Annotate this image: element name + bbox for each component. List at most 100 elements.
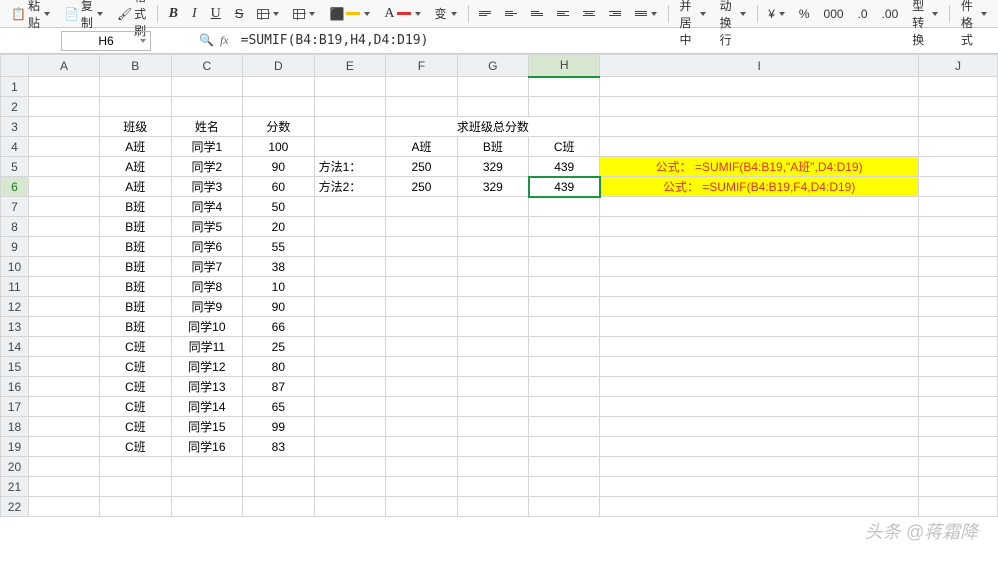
- cell-G21[interactable]: [457, 477, 528, 497]
- decrease-decimal-button[interactable]: .0: [853, 5, 873, 23]
- cell-B6[interactable]: A班: [100, 177, 171, 197]
- cell-F8[interactable]: [386, 217, 457, 237]
- cell-I13[interactable]: [600, 317, 918, 337]
- cell-A12[interactable]: [28, 297, 99, 317]
- cell-E19[interactable]: [314, 437, 386, 457]
- cell-C2[interactable]: [171, 97, 243, 117]
- cell-I20[interactable]: [600, 457, 918, 477]
- align-bottom-button[interactable]: [526, 9, 548, 18]
- align-left-button[interactable]: [552, 9, 574, 18]
- cell-B18[interactable]: C班: [100, 417, 171, 437]
- col-header-A[interactable]: A: [28, 55, 99, 77]
- cell-G18[interactable]: [457, 417, 528, 437]
- cell-C18[interactable]: 同学15: [171, 417, 243, 437]
- row-header-5[interactable]: 5: [1, 157, 29, 177]
- cell-F10[interactable]: [386, 257, 457, 277]
- cell-G19[interactable]: [457, 437, 528, 457]
- cell-F20[interactable]: [386, 457, 457, 477]
- col-header-I[interactable]: I: [600, 55, 918, 77]
- cell-C12[interactable]: 同学9: [171, 297, 243, 317]
- cell-A5[interactable]: [28, 157, 99, 177]
- cell-C8[interactable]: 同学5: [171, 217, 243, 237]
- cell-F7[interactable]: [386, 197, 457, 217]
- cell-J2[interactable]: [918, 97, 997, 117]
- cell-C20[interactable]: [171, 457, 243, 477]
- cell-B9[interactable]: B班: [100, 237, 171, 257]
- cell-E16[interactable]: [314, 377, 386, 397]
- cell-A7[interactable]: [28, 197, 99, 217]
- cell-F6[interactable]: 250: [386, 177, 457, 197]
- cell-A14[interactable]: [28, 337, 99, 357]
- fx-icon[interactable]: fx: [220, 33, 229, 48]
- cell-E20[interactable]: [314, 457, 386, 477]
- cell-H13[interactable]: [529, 317, 600, 337]
- cell-E2[interactable]: [314, 97, 386, 117]
- bold-button[interactable]: B: [164, 4, 183, 24]
- cell-H4[interactable]: C班: [529, 137, 600, 157]
- currency-button[interactable]: ¥: [763, 5, 790, 23]
- cell-J7[interactable]: [918, 197, 997, 217]
- cell-H9[interactable]: [529, 237, 600, 257]
- cell-G2[interactable]: [457, 97, 528, 117]
- cell-B4[interactable]: A班: [100, 137, 171, 157]
- col-header-G[interactable]: G: [457, 55, 528, 77]
- cell-H14[interactable]: [529, 337, 600, 357]
- cell-A2[interactable]: [28, 97, 99, 117]
- cell-F13[interactable]: [386, 317, 457, 337]
- cell-C4[interactable]: 同学1: [171, 137, 243, 157]
- cell-D11[interactable]: 10: [243, 277, 314, 297]
- cell-G11[interactable]: [457, 277, 528, 297]
- cell-B14[interactable]: C班: [100, 337, 171, 357]
- cell-I21[interactable]: [600, 477, 918, 497]
- cell-G4[interactable]: B班: [457, 137, 528, 157]
- cell-C9[interactable]: 同学6: [171, 237, 243, 257]
- cell-A19[interactable]: [28, 437, 99, 457]
- cell-E18[interactable]: [314, 417, 386, 437]
- cell-I8[interactable]: [600, 217, 918, 237]
- cell-H6[interactable]: 439: [529, 177, 600, 197]
- row-header-6[interactable]: 6: [1, 177, 29, 197]
- cell-H15[interactable]: [529, 357, 600, 377]
- cell-B1[interactable]: [100, 77, 171, 97]
- cell-D20[interactable]: [243, 457, 314, 477]
- cell-J6[interactable]: [918, 177, 997, 197]
- cell-F21[interactable]: [386, 477, 457, 497]
- cell-E14[interactable]: [314, 337, 386, 357]
- row-header-4[interactable]: 4: [1, 137, 29, 157]
- cell-D12[interactable]: 90: [243, 297, 314, 317]
- cell-D3[interactable]: 分数: [243, 117, 314, 137]
- cell-B15[interactable]: C班: [100, 357, 171, 377]
- cell-F22[interactable]: [386, 497, 457, 517]
- cell-A6[interactable]: [28, 177, 99, 197]
- cell-G9[interactable]: [457, 237, 528, 257]
- cell-G14[interactable]: [457, 337, 528, 357]
- cell-I22[interactable]: [600, 497, 918, 517]
- cell-B17[interactable]: C班: [100, 397, 171, 417]
- cell-D14[interactable]: 25: [243, 337, 314, 357]
- cell-F11[interactable]: [386, 277, 457, 297]
- cell-D13[interactable]: 66: [243, 317, 314, 337]
- cell-C5[interactable]: 同学2: [171, 157, 243, 177]
- thousands-button[interactable]: 000: [819, 5, 849, 23]
- cell-A4[interactable]: [28, 137, 99, 157]
- cell-J16[interactable]: [918, 377, 997, 397]
- cell-E15[interactable]: [314, 357, 386, 377]
- cell-I6[interactable]: 公式： =SUMIF(B4:B19,F4,D4:D19): [600, 177, 918, 197]
- italic-button[interactable]: I: [187, 4, 202, 24]
- cell-I10[interactable]: [600, 257, 918, 277]
- cell-J8[interactable]: [918, 217, 997, 237]
- cell-A9[interactable]: [28, 237, 99, 257]
- cell-G16[interactable]: [457, 377, 528, 397]
- cell-D7[interactable]: 50: [243, 197, 314, 217]
- cell-E1[interactable]: [314, 77, 386, 97]
- cell-E21[interactable]: [314, 477, 386, 497]
- cell-D10[interactable]: 38: [243, 257, 314, 277]
- cell-I19[interactable]: [600, 437, 918, 457]
- cell-G22[interactable]: [457, 497, 528, 517]
- cell-B2[interactable]: [100, 97, 171, 117]
- cell-D4[interactable]: 100: [243, 137, 314, 157]
- cell-H16[interactable]: [529, 377, 600, 397]
- cell-E10[interactable]: [314, 257, 386, 277]
- cell-H10[interactable]: [529, 257, 600, 277]
- cell-H12[interactable]: [529, 297, 600, 317]
